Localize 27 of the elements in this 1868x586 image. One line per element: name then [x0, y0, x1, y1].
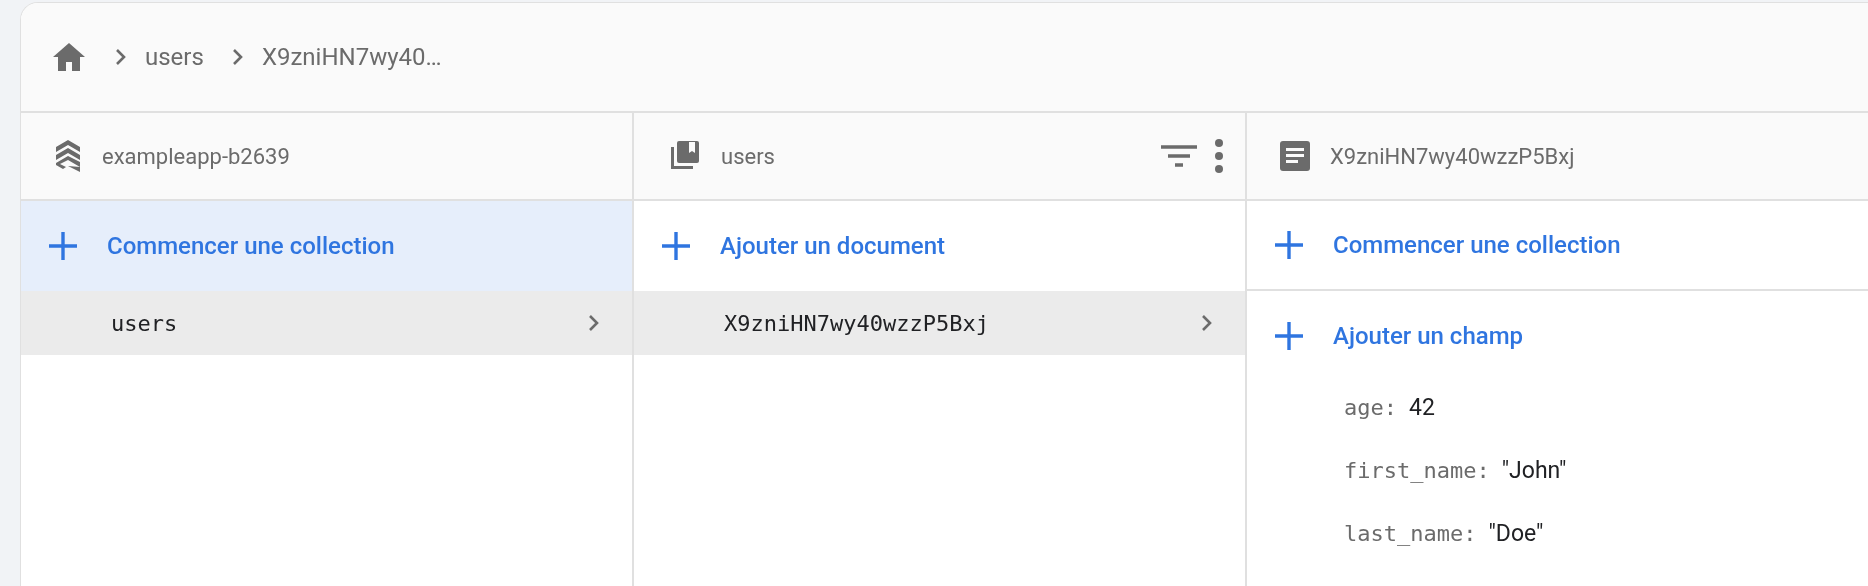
plus-icon — [49, 232, 77, 260]
field-value: 42 — [1409, 393, 1435, 423]
filter-icon[interactable] — [1161, 144, 1197, 168]
chevron-right-icon — [1201, 314, 1213, 332]
home-icon[interactable] — [51, 41, 87, 73]
plus-icon — [1275, 231, 1303, 259]
field-value: "John" — [1501, 456, 1567, 486]
panel-title: exampleapp-b2639 — [102, 142, 291, 171]
chevron-right-icon — [588, 314, 600, 332]
breadcrumb-link[interactable]: X9zniHN7wy40… — [261, 39, 442, 75]
document-icon — [1280, 141, 1310, 171]
field-key: age: — [1344, 391, 1397, 424]
list-item[interactable]: users — [21, 291, 632, 355]
list-item[interactable]: X9zniHN7wy40wzzP5Bxj — [634, 291, 1245, 355]
field-value: "Doe" — [1488, 519, 1544, 549]
field-key: first_name: — [1344, 454, 1490, 487]
plus-icon — [662, 232, 690, 260]
breadcrumb-link[interactable]: users — [145, 39, 204, 75]
more-vert-icon[interactable] — [1215, 139, 1223, 173]
layers-icon — [54, 140, 82, 172]
field-key: last_name: — [1344, 517, 1477, 550]
add-action[interactable]: Commencer une collection — [21, 201, 632, 291]
chevron-right-icon — [231, 48, 244, 66]
chevron-right-icon — [115, 48, 127, 66]
panel-title: X9zniHN7wy40wzzP5Bxj — [1330, 142, 1576, 171]
plus-icon — [1275, 322, 1303, 350]
panel-title: users — [721, 142, 776, 171]
